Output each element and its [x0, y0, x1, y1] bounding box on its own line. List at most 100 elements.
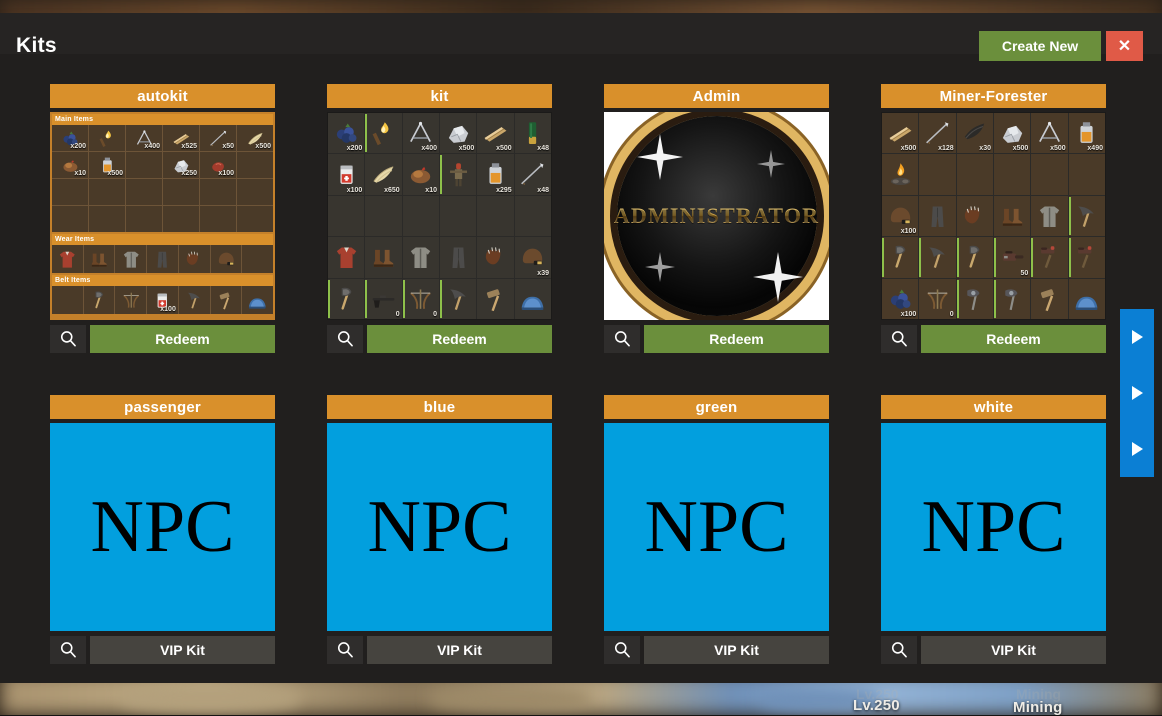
- inventory-slot: [993, 195, 1031, 237]
- inventory-slot: [89, 206, 125, 232]
- search-icon[interactable]: [881, 325, 917, 353]
- inventory-slot: x500: [439, 113, 477, 154]
- condition-bar: [328, 279, 330, 318]
- search-icon[interactable]: [604, 325, 640, 353]
- inventory-slot: 0: [919, 278, 956, 319]
- play-arrow-icon-1[interactable]: [1120, 309, 1154, 365]
- kit-card-title: kit: [327, 84, 552, 108]
- inventory-slot: x39: [514, 237, 551, 278]
- condition-bar: [439, 279, 442, 318]
- inventory-slot: [514, 278, 551, 319]
- inventory-slot: [178, 245, 210, 273]
- inventory-slot: [882, 154, 919, 195]
- item-quantity: x525: [181, 143, 197, 150]
- condition-bar: [882, 238, 884, 277]
- inventory-slot: x50: [200, 125, 236, 151]
- inventory-slot: [402, 195, 439, 237]
- npc-placeholder-image: NPC: [881, 423, 1106, 631]
- inventory-slot: [439, 154, 477, 195]
- item-quantity: 0: [433, 311, 437, 318]
- inventory-slot: [115, 245, 147, 273]
- item-quantity: x48: [537, 186, 549, 194]
- search-icon[interactable]: [604, 636, 640, 664]
- item-quantity: x295: [496, 186, 512, 194]
- item-quantity: 0: [949, 311, 954, 318]
- inventory-slot: x490: [1068, 113, 1105, 154]
- npc-placeholder-image: NPC: [604, 423, 829, 631]
- inventory-slot: x400: [126, 125, 162, 151]
- kit-card-actions: Redeem: [327, 325, 552, 353]
- redeem-button[interactable]: Redeem: [644, 325, 829, 353]
- inventory-slot: [237, 206, 273, 232]
- redeem-button[interactable]: Redeem: [367, 325, 552, 353]
- vip-kit-button[interactable]: VIP Kit: [90, 636, 275, 664]
- kit-card-grid: autokit Main Items x200 x400 x525 x50 x500 x10 x…: [0, 54, 1162, 683]
- vip-kit-button[interactable]: VIP Kit: [367, 636, 552, 664]
- item-quantity: x100: [218, 170, 234, 177]
- item-quantity: x10: [74, 170, 86, 177]
- search-icon[interactable]: [327, 636, 363, 664]
- inventory-section-slots: x200 x400 x525 x50 x500 x10 x500 x250 x100: [52, 125, 273, 232]
- inventory-slot: x10: [402, 154, 439, 195]
- inventory-slot: [178, 286, 210, 314]
- inventory-slot: x500: [882, 113, 919, 154]
- kit-card-title: autokit: [50, 84, 275, 108]
- inventory-slot: [956, 195, 993, 237]
- inventory-slot: x10: [52, 152, 88, 178]
- inventory-slot: [52, 245, 83, 273]
- kit-card-preview: NPC: [604, 423, 829, 631]
- inventory-slot: 50: [993, 237, 1031, 278]
- condition-bar: [1031, 238, 1034, 277]
- npc-label: NPC: [921, 486, 1066, 568]
- vip-kit-button[interactable]: VIP Kit: [644, 636, 829, 664]
- npc-placeholder-image: NPC: [50, 423, 275, 631]
- inventory-slot: [328, 278, 365, 319]
- inventory-slot: [200, 206, 236, 232]
- inventory-slot: [126, 206, 162, 232]
- inventory-slot: [1031, 195, 1068, 237]
- inventory-slot: [328, 237, 365, 278]
- kit-card-title: Miner-Forester: [881, 84, 1106, 108]
- administrator-badge: ADMINISTRATOR: [613, 116, 820, 316]
- inventory-slot: x400: [402, 113, 439, 154]
- side-scroll-nav[interactable]: [1120, 309, 1154, 477]
- inventory-slot: x100: [328, 154, 365, 195]
- search-icon[interactable]: [50, 636, 86, 664]
- inventory-slot: [365, 113, 402, 154]
- condition-bar: [956, 279, 959, 318]
- condition-bar: [993, 238, 996, 277]
- inventory-slot: 0: [402, 278, 439, 319]
- kit-card-title: blue: [327, 395, 552, 419]
- redeem-button[interactable]: Redeem: [921, 325, 1106, 353]
- inventory-slot: [477, 278, 514, 319]
- play-arrow-icon-3[interactable]: [1120, 421, 1154, 477]
- inventory-slot: [1068, 195, 1105, 237]
- inventory-slot: [1031, 237, 1068, 278]
- item-quantity: x500: [496, 145, 512, 153]
- administrator-badge-text: ADMINISTRATOR: [613, 203, 820, 228]
- inventory-slot: [328, 195, 365, 237]
- inventory-slot: [1031, 278, 1068, 319]
- redeem-button[interactable]: Redeem: [90, 325, 275, 353]
- kit-card-actions: VIP Kit: [881, 636, 1106, 664]
- play-arrow-icon-2[interactable]: [1120, 365, 1154, 421]
- inventory-preview: Main Items x200 x400 x525 x50 x500 x10 x500 x250…: [50, 112, 275, 320]
- inventory-slot: x30: [956, 113, 993, 154]
- search-icon[interactable]: [327, 325, 363, 353]
- inventory-slot: x500: [89, 152, 125, 178]
- search-icon[interactable]: [50, 325, 86, 353]
- item-quantity: x650: [384, 186, 400, 194]
- inventory-slot: [115, 286, 147, 314]
- inventory-slot: x48: [514, 113, 551, 154]
- kit-card-preview: NPC: [50, 423, 275, 631]
- inventory-slot: [83, 286, 115, 314]
- inventory-slot: [126, 152, 162, 178]
- search-icon[interactable]: [881, 636, 917, 664]
- item-quantity: x500: [1012, 145, 1029, 153]
- kit-card-actions: Redeem: [50, 325, 275, 353]
- inventory-slot: [89, 179, 125, 205]
- item-quantity: x30: [979, 145, 991, 153]
- item-quantity: x39: [537, 269, 549, 277]
- item-quantity: x400: [144, 143, 160, 150]
- vip-kit-button[interactable]: VIP Kit: [921, 636, 1106, 664]
